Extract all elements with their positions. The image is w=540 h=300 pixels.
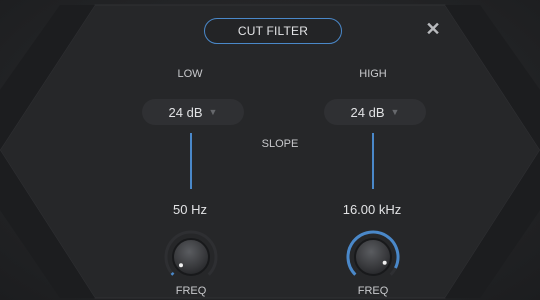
- low-freq-knob[interactable]: [160, 228, 222, 280]
- low-knob-value-arc: [170, 271, 175, 276]
- high-knob-body: [354, 238, 392, 276]
- low-section-label: LOW: [177, 68, 203, 80]
- high-section-label: HIGH: [359, 68, 387, 80]
- low-connector-line: [190, 133, 192, 189]
- cut-filter-title: CUT FILTER: [204, 18, 342, 44]
- high-knob-indicator: [382, 260, 387, 265]
- chevron-down-icon: ▼: [390, 107, 400, 117]
- slope-label: SLOPE: [261, 138, 299, 150]
- high-slope-value: 24 dB: [350, 104, 385, 120]
- plugin-panel: [0, 0, 540, 300]
- high-connector-line: [372, 133, 374, 189]
- close-icon[interactable]: ✕: [424, 19, 442, 39]
- high-freq-value: 16.00 kHz: [342, 202, 402, 217]
- low-knob-indicator: [178, 263, 183, 268]
- low-knob-body: [172, 238, 210, 276]
- high-slope-dropdown[interactable]: 24 dB ▼: [324, 99, 426, 125]
- high-freq-label: FREQ: [357, 285, 389, 297]
- low-freq-value: 50 Hz: [173, 202, 207, 217]
- low-freq-label: FREQ: [175, 285, 207, 297]
- low-slope-value: 24 dB: [168, 104, 203, 120]
- high-freq-knob[interactable]: [342, 228, 404, 280]
- chevron-down-icon: ▼: [208, 107, 218, 117]
- low-slope-dropdown[interactable]: 24 dB ▼: [142, 99, 244, 125]
- hexagon-background: [0, 4, 540, 299]
